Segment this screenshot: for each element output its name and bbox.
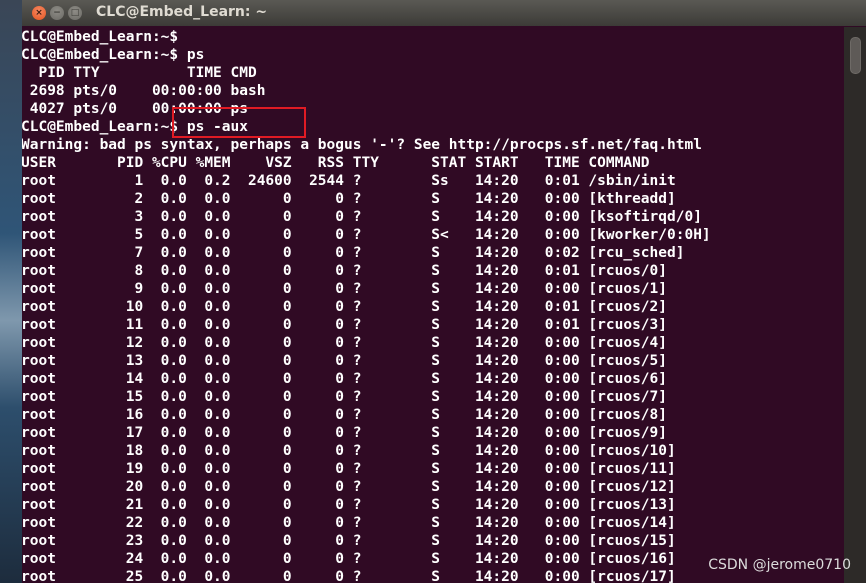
scrollbar[interactable] <box>844 27 866 583</box>
terminal-line: root 13 0.0 0.0 0 0 ? S 14:20 0:00 [rcuo… <box>22 353 668 369</box>
terminal-line: root 20 0.0 0.0 0 0 ? S 14:20 0:00 [rcuo… <box>22 479 676 495</box>
terminal-window: × − □ CLC@Embed_Learn: ~ CLC@Embed_Learn… <box>22 0 866 583</box>
minimize-icon[interactable]: − <box>50 6 64 20</box>
close-icon[interactable]: × <box>32 6 46 20</box>
terminal-output[interactable]: CLC@Embed_Learn:~$ CLC@Embed_Learn:~$ ps … <box>22 27 844 583</box>
terminal-line: root 10 0.0 0.0 0 0 ? S 14:20 0:01 [rcuo… <box>22 299 668 315</box>
watermark: CSDN @jerome0710 <box>708 557 851 573</box>
terminal-line: PID TTY TIME CMD <box>22 65 257 81</box>
highlight-annotation <box>172 107 306 138</box>
terminal-line: root 12 0.0 0.0 0 0 ? S 14:20 0:00 [rcuo… <box>22 335 668 351</box>
terminal-line: root 23 0.0 0.0 0 0 ? S 14:20 0:00 [rcuo… <box>22 533 676 549</box>
terminal-line: root 2 0.0 0.0 0 0 ? S 14:20 0:00 [kthre… <box>22 191 676 207</box>
terminal-line: root 24 0.0 0.0 0 0 ? S 14:20 0:00 [rcuo… <box>22 551 676 567</box>
terminal-line: root 14 0.0 0.0 0 0 ? S 14:20 0:00 [rcuo… <box>22 371 668 387</box>
terminal-line: root 3 0.0 0.0 0 0 ? S 14:20 0:00 [ksoft… <box>22 209 702 225</box>
desktop-background <box>0 0 22 583</box>
terminal-line: root 15 0.0 0.0 0 0 ? S 14:20 0:00 [rcuo… <box>22 389 668 405</box>
terminal-line: Warning: bad ps syntax, perhaps a bogus … <box>22 137 702 153</box>
terminal-line: root 25 0.0 0.0 0 0 ? S 14:20 0:00 [rcuo… <box>22 569 676 583</box>
window-titlebar[interactable]: × − □ CLC@Embed_Learn: ~ <box>22 0 866 26</box>
maximize-icon[interactable]: □ <box>68 6 82 20</box>
terminal-line: USER PID %CPU %MEM VSZ RSS TTY STAT STAR… <box>22 155 650 171</box>
window-title: CLC@Embed_Learn: ~ <box>96 4 268 20</box>
terminal-line: root 17 0.0 0.0 0 0 ? S 14:20 0:00 [rcuo… <box>22 425 668 441</box>
terminal-line: root 9 0.0 0.0 0 0 ? S 14:20 0:00 [rcuos… <box>22 281 668 297</box>
terminal-line: CLC@Embed_Learn:~$ <box>22 29 179 45</box>
terminal-line: CLC@Embed_Learn:~$ ps <box>22 47 205 63</box>
terminal-line: root 22 0.0 0.0 0 0 ? S 14:20 0:00 [rcuo… <box>22 515 676 531</box>
terminal-line: root 5 0.0 0.0 0 0 ? S< 14:20 0:00 [kwor… <box>22 227 711 243</box>
terminal-line: root 21 0.0 0.0 0 0 ? S 14:20 0:00 [rcuo… <box>22 497 676 513</box>
terminal-line: root 11 0.0 0.0 0 0 ? S 14:20 0:01 [rcuo… <box>22 317 668 333</box>
terminal-line: root 16 0.0 0.0 0 0 ? S 14:20 0:00 [rcuo… <box>22 407 668 423</box>
terminal-line: root 8 0.0 0.0 0 0 ? S 14:20 0:01 [rcuos… <box>22 263 668 279</box>
terminal-line: root 19 0.0 0.0 0 0 ? S 14:20 0:00 [rcuo… <box>22 461 676 477</box>
terminal-line: root 7 0.0 0.0 0 0 ? S 14:20 0:02 [rcu_s… <box>22 245 685 261</box>
terminal-line: 2698 pts/0 00:00:00 bash <box>22 83 266 99</box>
terminal-line: root 18 0.0 0.0 0 0 ? S 14:20 0:00 [rcuo… <box>22 443 676 459</box>
terminal-line: root 1 0.0 0.2 24600 2544 ? Ss 14:20 0:0… <box>22 173 676 189</box>
scrollbar-thumb[interactable] <box>850 37 861 74</box>
